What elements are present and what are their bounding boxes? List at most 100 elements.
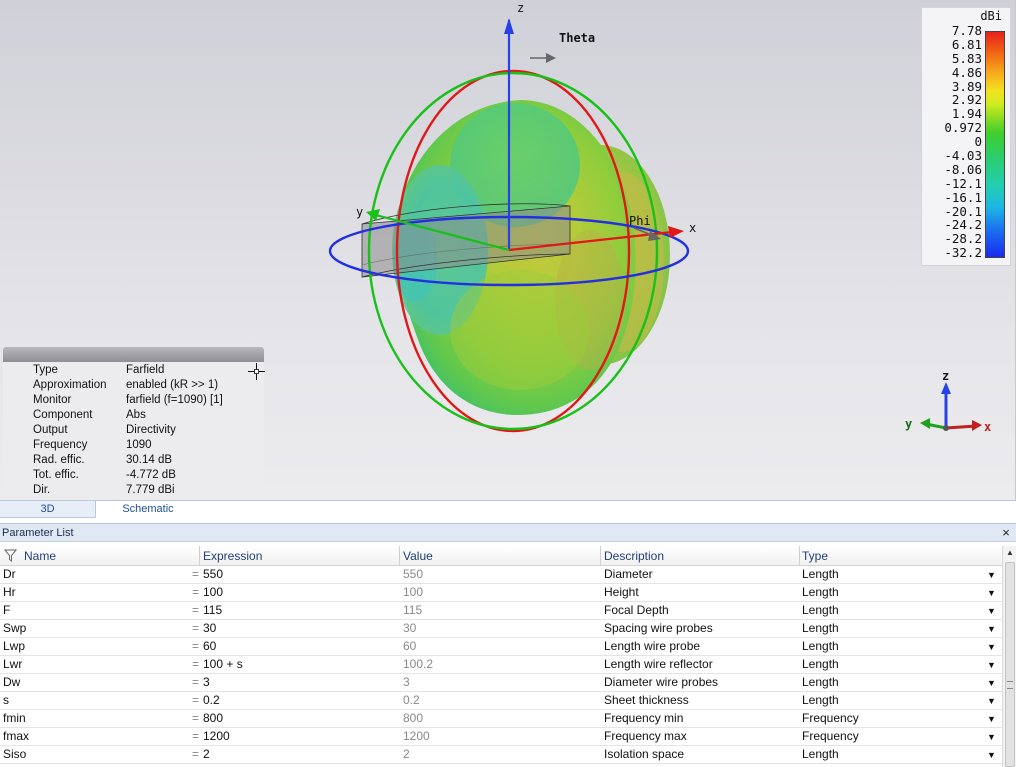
info-value: 7.779 dBi [126, 484, 175, 496]
param-type[interactable]: Length [802, 603, 839, 617]
param-expression[interactable]: 30 [203, 621, 216, 635]
table-row[interactable]: Lwp = 60 60 Length wire probe Length ▼ [0, 638, 1002, 656]
table-row[interactable]: Swp = 30 30 Spacing wire probes Length ▼ [0, 620, 1002, 638]
theta-direction-arrow [546, 53, 556, 63]
param-description[interactable]: Sheet thickness [604, 693, 689, 707]
param-value: 2 [403, 747, 410, 761]
param-description[interactable]: Frequency min [604, 711, 683, 725]
type-dropdown-arrow-icon[interactable]: ▼ [987, 570, 996, 580]
param-expression[interactable]: 115 [203, 603, 222, 617]
param-name[interactable]: F [3, 603, 10, 617]
param-expression[interactable]: 0.2 [203, 693, 220, 707]
type-dropdown-arrow-icon[interactable]: ▼ [987, 696, 996, 706]
param-type[interactable]: Length [802, 621, 839, 635]
param-expression[interactable]: 3 [203, 675, 210, 689]
tab-schematic[interactable]: Schematic [96, 501, 200, 518]
param-description[interactable]: Height [604, 585, 639, 599]
type-dropdown-arrow-icon[interactable]: ▼ [987, 732, 996, 742]
axis-triad[interactable]: z y x [900, 366, 1000, 436]
table-row[interactable]: Dw = 3 3 Diameter wire probes Length ▼ [0, 674, 1002, 692]
param-type[interactable]: Length [802, 675, 839, 689]
table-row[interactable]: Lwr = 100 + s 100.2 Length wire reflecto… [0, 656, 1002, 674]
parameter-list-scrollbar[interactable]: ▲ [1002, 546, 1016, 767]
triad-y-arrow [920, 418, 930, 429]
parameter-list-title: Parameter List [2, 527, 74, 539]
table-row[interactable]: Hr = 100 100 Height Length ▼ [0, 584, 1002, 602]
table-row[interactable]: F = 115 115 Focal Depth Length ▼ [0, 602, 1002, 620]
param-expression[interactable]: 100 [203, 585, 223, 599]
param-description[interactable]: Isolation space [604, 747, 684, 761]
legend-tick: 3.89 [951, 78, 982, 94]
param-name[interactable]: Dr [3, 567, 16, 581]
legend-tick: 6.81 [951, 36, 982, 52]
color-scale-legend: dBi 7.78 6.81 5.83 4.86 3.89 2.92 1.94 0… [921, 7, 1011, 266]
table-row[interactable]: fmax = 1200 1200 Frequency max Frequency… [0, 728, 1002, 746]
param-name[interactable]: fmin [3, 711, 26, 725]
column-header-value[interactable]: Value [403, 549, 433, 563]
param-description[interactable]: Focal Depth [604, 603, 669, 617]
param-description[interactable]: Length wire probe [604, 639, 700, 653]
param-name[interactable]: Swp [3, 621, 26, 635]
column-header-name[interactable]: Name [24, 549, 56, 563]
param-description[interactable]: Diameter wire probes [604, 675, 718, 689]
param-name[interactable]: fmax [3, 729, 29, 743]
param-description[interactable]: Spacing wire probes [604, 621, 713, 635]
info-panel-header[interactable] [3, 347, 264, 362]
param-description[interactable]: Diameter [604, 567, 653, 581]
type-dropdown-arrow-icon[interactable]: ▼ [987, 660, 996, 670]
param-type[interactable]: Length [802, 693, 839, 707]
param-type[interactable]: Length [802, 567, 839, 581]
param-value: 60 [403, 639, 417, 653]
param-expression[interactable]: 1200 [203, 729, 230, 743]
param-name[interactable]: Hr [3, 585, 16, 599]
info-key: Frequency [33, 439, 88, 451]
3d-viewport[interactable]: z Theta y Phi x dBi 7.78 6.81 5.83 4.86 … [0, 0, 1016, 500]
type-dropdown-arrow-icon[interactable]: ▼ [987, 606, 996, 616]
table-row[interactable]: s = 0.2 0.2 Sheet thickness Length ▼ [0, 692, 1002, 710]
param-expression[interactable]: 60 [203, 639, 216, 653]
param-expression[interactable]: 100 + s [203, 657, 243, 671]
legend-tick: -8.06 [944, 161, 982, 177]
filter-icon[interactable] [4, 549, 17, 562]
info-key: Type [33, 364, 58, 376]
param-type[interactable]: Length [802, 585, 839, 599]
param-expression[interactable]: 2 [203, 747, 210, 761]
param-type[interactable]: Length [802, 639, 839, 653]
param-name[interactable]: Dw [3, 675, 20, 689]
param-expression[interactable]: 550 [203, 567, 223, 581]
param-name[interactable]: s [3, 693, 9, 707]
info-row: Monitor farfield (f=1090) [1] [3, 394, 264, 409]
scrollbar-thumb[interactable] [1005, 562, 1015, 767]
type-dropdown-arrow-icon[interactable]: ▼ [987, 678, 996, 688]
type-dropdown-arrow-icon[interactable]: ▼ [987, 624, 996, 634]
param-type[interactable]: Length [802, 657, 839, 671]
y-axis-label: y [356, 205, 363, 219]
tab-3d[interactable]: 3D [0, 501, 96, 518]
param-name[interactable]: Lwr [3, 657, 22, 671]
column-header-description[interactable]: Description [604, 549, 664, 563]
param-name[interactable]: Lwp [3, 639, 25, 653]
type-dropdown-arrow-icon[interactable]: ▼ [987, 714, 996, 724]
scroll-up-arrow-icon[interactable]: ▲ [1003, 546, 1016, 560]
column-header-expression[interactable]: Expression [203, 549, 262, 563]
type-dropdown-arrow-icon[interactable]: ▼ [987, 588, 996, 598]
table-row[interactable]: Dr = 550 550 Diameter Length ▼ [0, 566, 1002, 584]
param-expression[interactable]: 800 [203, 711, 223, 725]
type-dropdown-arrow-icon[interactable]: ▼ [987, 750, 996, 760]
legend-tick: 0 [974, 134, 982, 150]
column-header-type[interactable]: Type [802, 549, 828, 563]
param-type[interactable]: Frequency [802, 711, 859, 725]
param-type[interactable]: Frequency [802, 729, 859, 743]
param-type[interactable]: Length [802, 747, 839, 761]
type-dropdown-arrow-icon[interactable]: ▼ [987, 642, 996, 652]
info-value: Directivity [126, 424, 176, 436]
param-description[interactable]: Length wire reflector [604, 657, 713, 671]
close-panel-button[interactable]: × [999, 525, 1013, 541]
param-description[interactable]: Frequency max [604, 729, 687, 743]
table-row[interactable]: fmin = 800 800 Frequency min Frequency ▼ [0, 710, 1002, 728]
info-key: Rad. effic. [33, 454, 85, 466]
param-name[interactable]: Siso [3, 747, 26, 761]
table-row[interactable]: Siso = 2 2 Isolation space Length ▼ [0, 746, 1002, 764]
table-header-row: Name Expression Value Description Type [0, 546, 1002, 566]
move-cursor-icon [248, 363, 265, 380]
